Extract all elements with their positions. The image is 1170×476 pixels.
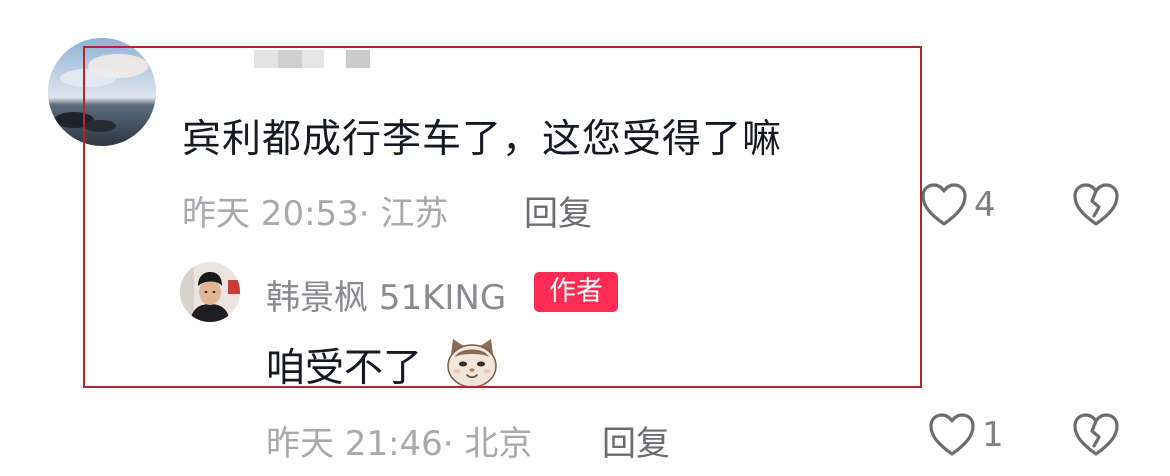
reply-like-button[interactable]: 1 [928, 412, 1004, 458]
author-badge: 作者 [534, 272, 618, 312]
cat-emoji-icon [443, 333, 501, 391]
dislike-button[interactable] [1072, 182, 1120, 228]
broken-heart-icon [1073, 413, 1119, 456]
comment-text: 宾利都成行李车了，这您受得了嘛 [182, 117, 783, 162]
reply-dislike-button[interactable] [1072, 412, 1120, 458]
heart-outline-icon [921, 183, 967, 226]
reply-like-count: 1 [982, 415, 1004, 455]
reply-reply-button[interactable]: 回复 [602, 416, 670, 465]
reply-author-avatar[interactable] [180, 262, 240, 322]
reply-text: 咱受不了 [266, 346, 423, 391]
reply-author-name[interactable]: 韩景枫 51KING [266, 270, 506, 319]
redacted-username [254, 50, 370, 68]
comment-meta: 昨天 20:53· 江苏 [182, 194, 449, 234]
reply-meta: 昨天 21:46· 北京 [266, 424, 533, 464]
broken-heart-icon [1073, 183, 1119, 226]
like-count: 4 [974, 185, 996, 225]
reply-button[interactable]: 回复 [524, 186, 592, 235]
commenter-avatar[interactable] [48, 38, 156, 146]
heart-outline-icon [929, 413, 975, 456]
like-button[interactable]: 4 [920, 182, 996, 228]
